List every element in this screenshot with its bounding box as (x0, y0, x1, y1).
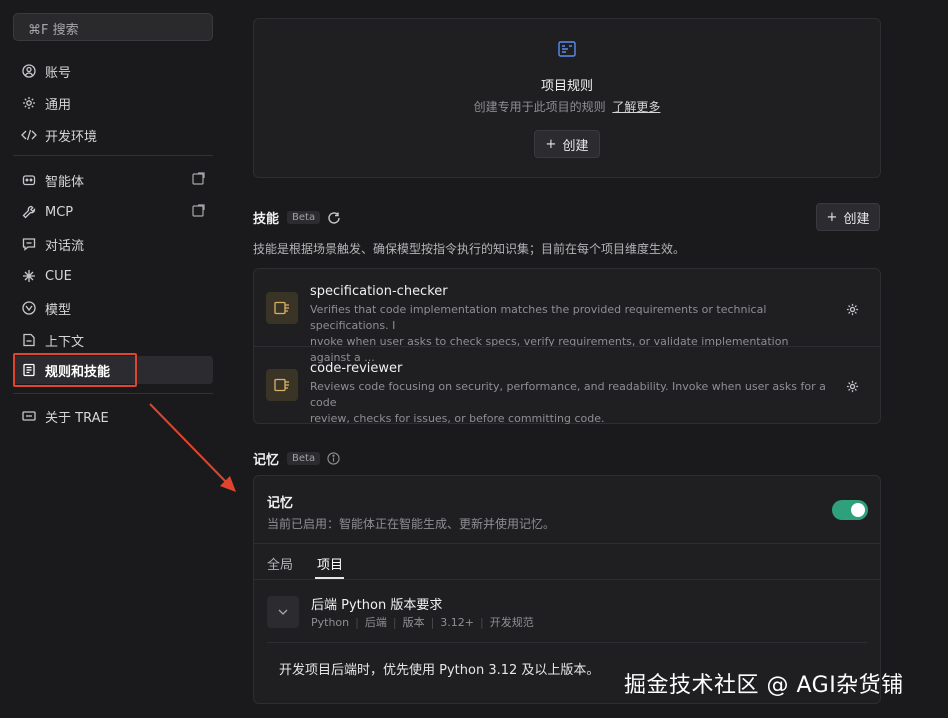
project-rules-desc-text: 创建专用于此项目的规则 (473, 100, 606, 114)
skill-item[interactable]: code-reviewer Reviews code focusing on s… (254, 347, 880, 427)
memory-entry-title: 后端 Python 版本要求 (311, 598, 443, 613)
create-rule-label: 创建 (562, 138, 589, 154)
skill-desc-line: review, checks for issues, or before com… (310, 412, 605, 425)
project-rules-description: 创建专用于此项目的规则 了解更多 (254, 98, 880, 115)
create-rule-button[interactable]: + 创建 (534, 130, 600, 158)
tag: 后端 (364, 616, 387, 629)
memory-panel-title: 记忆 (267, 496, 294, 511)
skills-list: specification-checker Verifies that code… (253, 268, 881, 427)
project-rules-title: 项目规则 (540, 79, 593, 94)
tabs-divider (254, 579, 880, 580)
skills-header: 技能 Beta (253, 208, 341, 227)
tag: 版本 (402, 616, 425, 629)
skill-desc-line: Reviews code focusing on security, perfo… (310, 380, 826, 409)
memory-status-text: 当前已启用：智能体正在智能生成、更新并使用记忆。 (267, 517, 556, 531)
skills-beta-badge: Beta (287, 211, 321, 224)
info-icon[interactable] (327, 452, 340, 465)
gear-icon[interactable] (846, 301, 859, 320)
skill-name: code-reviewer (310, 361, 403, 376)
refresh-icon[interactable] (327, 211, 341, 225)
skills-description: 技能是根据场景触发、确保模型按指令执行的知识集；目前在每个项目维度生效。 (253, 242, 686, 256)
entry-divider (267, 642, 867, 643)
create-skill-button[interactable]: + 创建 (816, 203, 880, 231)
skill-name: specification-checker (310, 284, 448, 299)
skill-description: Reviews code focusing on security, perfo… (310, 379, 830, 427)
skills-title: 技能 (253, 212, 280, 227)
learn-more-link[interactable]: 了解更多 (612, 100, 660, 114)
rules-list-icon (558, 41, 576, 61)
project-rules-card: 项目规则 创建专用于此项目的规则 了解更多 + 创建 (253, 18, 881, 178)
tag: Python (311, 616, 350, 629)
memory-toggle[interactable] (832, 500, 868, 520)
chevron-down-icon[interactable] (267, 596, 299, 628)
plus-icon: + (826, 209, 838, 225)
memory-entry-content: 开发项目后端时，优先使用 Python 3.12 及以上版本。 (279, 663, 600, 678)
tab-global[interactable]: 全局 (267, 554, 293, 573)
memory-divider (254, 543, 880, 544)
skill-desc-line: Verifies that code implementation matche… (310, 303, 767, 332)
tag: 3.12+ (440, 616, 475, 629)
create-skill-label: 创建 (843, 211, 870, 227)
memory-header: 记忆 Beta (253, 449, 340, 468)
memory-entry-tags: Python | 后端 | 版本 | 3.12+ | 开发规范 (311, 616, 534, 629)
tag: 开发规范 (489, 616, 534, 629)
gear-icon[interactable] (846, 378, 859, 397)
skill-book-icon (266, 369, 298, 401)
memory-beta-badge: Beta (287, 452, 321, 465)
plus-icon: + (545, 136, 557, 152)
tab-project[interactable]: 项目 (317, 554, 343, 573)
memory-title: 记忆 (253, 453, 280, 468)
watermark-text: 掘金技术社区 @ AGI杂货铺 (624, 673, 904, 698)
skill-book-icon (266, 292, 298, 324)
skill-item[interactable]: specification-checker Verifies that code… (254, 269, 880, 364)
